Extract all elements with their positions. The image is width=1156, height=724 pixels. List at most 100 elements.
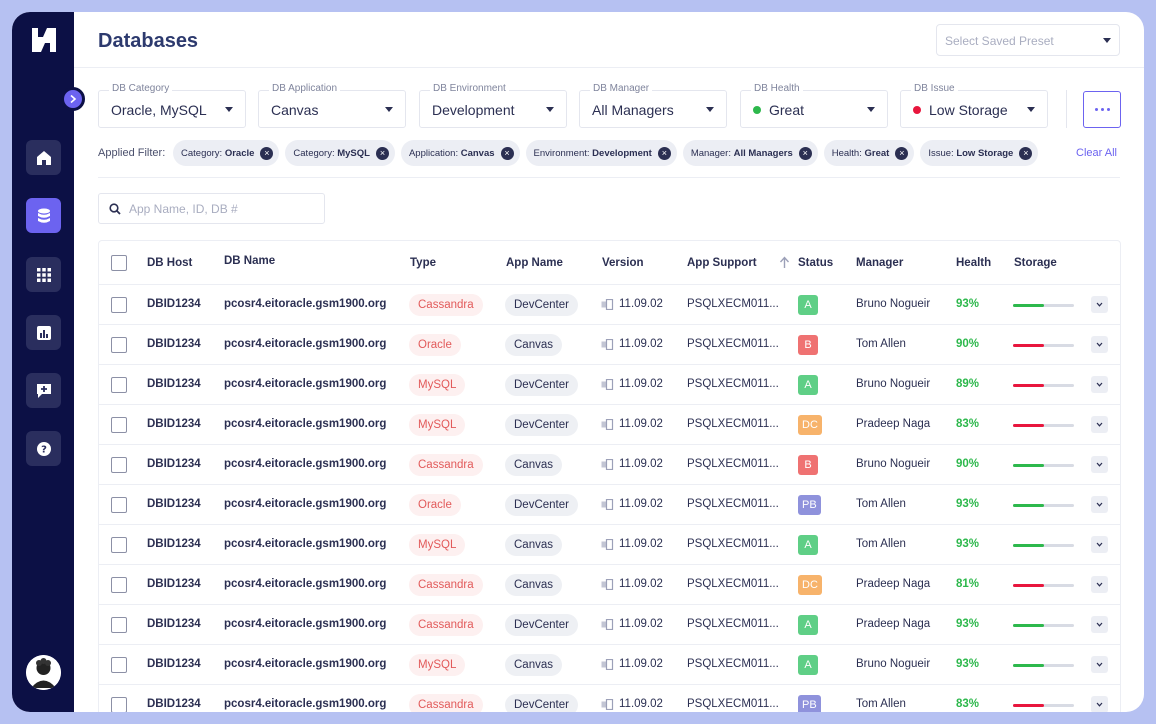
row-expand-button[interactable] — [1091, 536, 1108, 553]
filter-db-application[interactable]: DB Application Canvas — [258, 83, 406, 128]
row-checkbox[interactable] — [111, 577, 127, 593]
app-name-badge: DevCenter — [505, 614, 578, 636]
filter-chip: Category: Oracle × — [173, 140, 280, 166]
clear-all-link[interactable]: Clear All — [1076, 147, 1117, 159]
remove-chip-icon[interactable]: × — [1019, 146, 1033, 160]
table-row[interactable]: DBID1234 pcosr4.eitoracle.gsm1900.org Orac… — [99, 325, 1120, 365]
remove-chip-icon[interactable]: × — [260, 146, 274, 160]
search-input[interactable] — [129, 200, 314, 218]
app-support-cell: PSQLXECM011... — [687, 658, 779, 670]
column-storage[interactable]: Storage — [1014, 257, 1057, 269]
row-checkbox[interactable] — [111, 657, 127, 673]
filter-db-manager[interactable]: DB Manager All Managers — [579, 83, 727, 128]
row-checkbox[interactable] — [111, 337, 127, 353]
filter-db-environment[interactable]: DB Environment Development — [419, 83, 567, 128]
remove-chip-icon[interactable]: × — [895, 146, 909, 160]
db-name-cell[interactable]: pcosr4.eitoracle.gsm1900.org — [224, 418, 386, 430]
db-name-cell[interactable]: pcosr4.eitoracle.gsm1900.org — [224, 578, 386, 590]
home-icon[interactable] — [26, 140, 61, 175]
column-app-support[interactable]: App Support — [687, 257, 757, 269]
row-checkbox[interactable] — [111, 417, 127, 433]
table-row[interactable]: DBID1234 pcosr4.eitoracle.gsm1900.org MySQ… — [99, 645, 1120, 685]
row-expand-button[interactable] — [1091, 336, 1108, 353]
row-expand-button[interactable] — [1091, 376, 1108, 393]
filter-db-health[interactable]: DB Health Great — [740, 83, 888, 128]
row-expand-button[interactable] — [1091, 656, 1108, 673]
chevron-down-icon — [1096, 702, 1103, 707]
table-row[interactable]: DBID1234 pcosr4.eitoracle.gsm1900.org MySQ… — [99, 365, 1120, 405]
db-name-cell[interactable]: pcosr4.eitoracle.gsm1900.org — [224, 538, 386, 550]
remove-chip-icon[interactable]: × — [798, 146, 812, 160]
row-expand-button[interactable] — [1091, 616, 1108, 633]
row-checkbox[interactable] — [111, 617, 127, 633]
table-row[interactable]: DBID1234 pcosr4.eitoracle.gsm1900.org Cass… — [99, 445, 1120, 485]
row-checkbox[interactable] — [111, 497, 127, 513]
saved-preset-select[interactable]: Select Saved Preset — [936, 24, 1120, 56]
remove-chip-icon[interactable]: × — [657, 146, 671, 160]
chip-value: All Managers — [733, 147, 793, 159]
chip-value: Oracle — [224, 147, 255, 159]
db-name-cell[interactable]: pcosr4.eitoracle.gsm1900.org — [224, 498, 386, 510]
add-comment-icon[interactable] — [26, 373, 61, 408]
reports-chart-icon[interactable] — [26, 315, 61, 350]
db-name-cell[interactable]: pcosr4.eitoracle.gsm1900.org — [224, 658, 386, 670]
chip-key: Application: — [408, 147, 459, 159]
manager-cell: Bruno Nogueir — [856, 378, 931, 390]
column-db-host[interactable]: DB Host — [147, 257, 192, 269]
table-row[interactable]: DBID1234 pcosr4.eitoracle.gsm1900.org Cass… — [99, 605, 1120, 645]
help-icon[interactable]: ? — [26, 431, 61, 466]
row-expand-button[interactable] — [1091, 456, 1108, 473]
search-box[interactable] — [98, 193, 325, 224]
row-expand-button[interactable] — [1091, 296, 1108, 313]
remove-chip-icon[interactable]: × — [375, 146, 389, 160]
column-db-name[interactable]: DB Name — [224, 255, 275, 267]
column-manager[interactable]: Manager — [856, 257, 903, 269]
db-host-cell: DBID1234 — [147, 338, 201, 350]
select-all-checkbox[interactable] — [111, 255, 127, 271]
table-row[interactable]: DBID1234 pcosr4.eitoracle.gsm1900.org MySQ… — [99, 405, 1120, 445]
filter-db-category[interactable]: DB Category Oracle, MySQL — [98, 83, 246, 128]
table-row[interactable]: DBID1234 pcosr4.eitoracle.gsm1900.org MySQ… — [99, 525, 1120, 565]
row-checkbox[interactable] — [111, 537, 127, 553]
row-expand-button[interactable] — [1091, 696, 1108, 712]
remove-chip-icon[interactable]: × — [500, 146, 514, 160]
app-name-badge: DevCenter — [505, 294, 578, 316]
table-row[interactable]: DBID1234 pcosr4.eitoracle.gsm1900.org Cass… — [99, 685, 1120, 712]
db-name-cell[interactable]: pcosr4.eitoracle.gsm1900.org — [224, 698, 386, 710]
table-row[interactable]: DBID1234 pcosr4.eitoracle.gsm1900.org Cass… — [99, 565, 1120, 605]
row-checkbox[interactable] — [111, 457, 127, 473]
health-cell: 93% — [956, 498, 980, 510]
db-host-cell: DBID1234 — [147, 378, 201, 390]
db-name-cell[interactable]: pcosr4.eitoracle.gsm1900.org — [224, 338, 386, 350]
db-name-cell[interactable]: pcosr4.eitoracle.gsm1900.org — [224, 298, 386, 310]
row-checkbox[interactable] — [111, 377, 127, 393]
db-name-cell[interactable]: pcosr4.eitoracle.gsm1900.org — [224, 458, 386, 470]
more-filters-button[interactable] — [1083, 91, 1121, 128]
table-row[interactable]: DBID1234 pcosr4.eitoracle.gsm1900.org Orac… — [99, 485, 1120, 525]
table-row[interactable]: DBID1234 pcosr4.eitoracle.gsm1900.org Cass… — [99, 285, 1120, 325]
column-type[interactable]: Type — [410, 257, 436, 269]
health-cell: 93% — [956, 658, 980, 670]
filter-db-issue[interactable]: DB Issue Low Storage — [900, 83, 1048, 128]
filter-value: Great — [769, 102, 805, 118]
db-name-cell[interactable]: pcosr4.eitoracle.gsm1900.org — [224, 378, 386, 390]
column-status[interactable]: Status — [798, 257, 833, 269]
column-app-name[interactable]: App Name — [506, 257, 563, 269]
db-name-cell[interactable]: pcosr4.eitoracle.gsm1900.org — [224, 618, 386, 630]
apps-grid-icon[interactable] — [26, 257, 61, 292]
chip-label: Issue: Low Storage — [928, 148, 1013, 159]
sort-arrow-up-icon[interactable] — [779, 256, 790, 269]
column-version[interactable]: Version — [602, 257, 644, 269]
row-checkbox[interactable] — [111, 697, 127, 712]
row-expand-button[interactable] — [1091, 416, 1108, 433]
column-health[interactable]: Health — [956, 257, 991, 269]
avatar[interactable] — [26, 655, 61, 690]
version-icon — [601, 538, 614, 550]
row-checkbox[interactable] — [111, 297, 127, 313]
version-text: 11.09.02 — [619, 658, 663, 670]
database-icon[interactable] — [26, 198, 61, 233]
version-cell: 11.09.02 — [601, 498, 663, 510]
logo-icon[interactable] — [30, 26, 58, 54]
row-expand-button[interactable] — [1091, 496, 1108, 513]
row-expand-button[interactable] — [1091, 576, 1108, 593]
